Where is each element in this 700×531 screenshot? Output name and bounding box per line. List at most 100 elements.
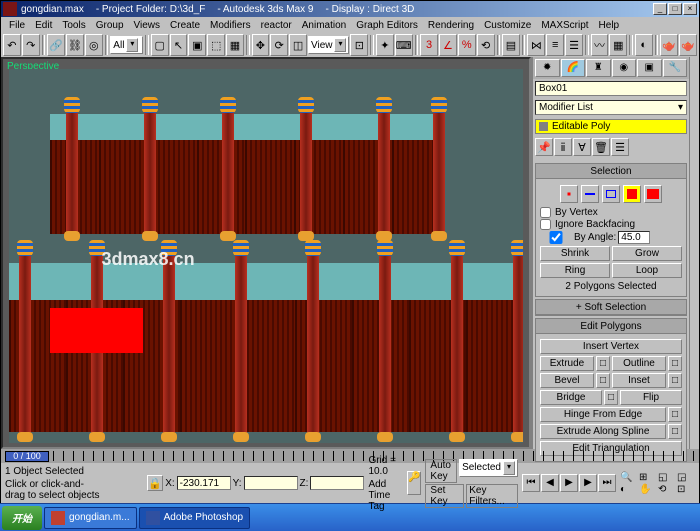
extrude-settings-button[interactable]: □ (596, 356, 610, 371)
maximize-viewport-button[interactable]: ⊡ (677, 484, 695, 495)
inset-button[interactable]: Inset (612, 373, 666, 388)
bind-button[interactable]: ◎ (85, 34, 103, 56)
select-button[interactable]: ▢ (151, 34, 169, 56)
remove-mod-button[interactable]: 🗑 (592, 138, 610, 156)
tab-utilities[interactable]: 🔧 (663, 59, 688, 77)
orbit-button[interactable]: ⟲ (658, 484, 676, 495)
menu-customize[interactable]: Customize (480, 20, 535, 31)
loop-button[interactable]: Loop (612, 263, 682, 278)
goto-end-button[interactable]: ⏭ (598, 474, 616, 492)
scale-button[interactable]: ◫ (289, 34, 307, 56)
viewport-perspective[interactable]: Perspective 3dmax8.cn (1, 57, 531, 449)
taskbar-photoshop[interactable]: Adobe Photoshop (139, 507, 251, 529)
menu-reactor[interactable]: reactor (257, 20, 296, 31)
bevel-settings-button[interactable]: □ (596, 373, 610, 388)
tab-motion[interactable]: ◉ (612, 59, 637, 77)
rollout-soft-selection[interactable]: + Soft Selection (535, 299, 687, 316)
zoom-all-button[interactable]: ⊞ (639, 472, 657, 483)
by-angle-checkbox[interactable]: By Angle: (540, 231, 682, 244)
subobj-element[interactable] (644, 185, 662, 203)
extrude-spline-settings-button[interactable]: □ (668, 424, 682, 439)
time-tag-button[interactable]: Add Time Tag (368, 479, 403, 512)
minimize-button[interactable]: _ (653, 3, 667, 15)
hinge-settings-button[interactable]: □ (668, 407, 682, 422)
subobj-edge[interactable] (581, 185, 599, 203)
menu-animation[interactable]: Animation (298, 20, 350, 31)
menu-file[interactable]: File (5, 20, 29, 31)
frame-indicator[interactable]: 0 / 100 (5, 451, 49, 462)
menu-group[interactable]: Group (92, 20, 128, 31)
extrude-spline-button[interactable]: Extrude Along Spline (540, 424, 666, 439)
mirror-button[interactable]: ⋈ (527, 34, 545, 56)
show-end-button[interactable]: ⅱ (554, 138, 572, 156)
quick-render-button[interactable]: 🫖 (679, 34, 697, 56)
bevel-button[interactable]: Bevel (540, 373, 594, 388)
manip-button[interactable]: ✦ (376, 34, 394, 56)
flip-button[interactable]: Flip (620, 390, 682, 405)
redo-button[interactable]: ↷ (22, 34, 40, 56)
setkey-button[interactable]: Set Key (425, 484, 464, 508)
tab-hierarchy[interactable]: ♜ (586, 59, 611, 77)
subobj-vertex[interactable] (560, 185, 578, 203)
configure-button[interactable]: ☰ (611, 138, 629, 156)
rollout-edit-polygons-header[interactable]: Edit Polygons (536, 319, 686, 334)
extrude-button[interactable]: Extrude (540, 356, 594, 371)
unlink-button[interactable]: ⛓ (66, 34, 84, 56)
menu-rendering[interactable]: Rendering (424, 20, 478, 31)
pan-button[interactable]: ✋ (639, 484, 657, 495)
keyfilters-button[interactable]: Key Filters... (466, 484, 518, 508)
play-button[interactable]: ▶ (560, 474, 578, 492)
tab-display[interactable]: ▣ (637, 59, 662, 77)
menu-tools[interactable]: Tools (58, 20, 89, 31)
y-field[interactable] (244, 476, 298, 490)
object-name-field[interactable]: Box01 (535, 81, 687, 96)
menu-modifiers[interactable]: Modifiers (206, 20, 255, 31)
subobj-border[interactable] (602, 185, 620, 203)
material-editor-button[interactable]: ◐ (635, 34, 653, 56)
subobj-polygon[interactable] (623, 185, 641, 203)
zoom-extents-button[interactable]: ◱ (658, 472, 676, 483)
menu-help[interactable]: Help (595, 20, 624, 31)
spinner-snap-button[interactable]: ⟲ (477, 34, 495, 56)
select-name-button[interactable]: ▣ (188, 34, 206, 56)
align-button[interactable]: ≡ (546, 34, 564, 56)
keymode-button[interactable]: ⌨ (395, 34, 413, 56)
time-slider[interactable]: 0 / 100 (0, 449, 700, 463)
layers-button[interactable]: ☰ (565, 34, 583, 56)
select-arrow-button[interactable]: ↖ (170, 34, 188, 56)
lock-button[interactable]: 🔒 (147, 475, 163, 491)
zoom-button[interactable]: 🔍 (620, 472, 638, 483)
unique-button[interactable]: ∀ (573, 138, 591, 156)
angle-spinner[interactable] (618, 231, 650, 244)
keymode-combo[interactable]: Selected▾ (459, 459, 518, 477)
angle-snap-button[interactable]: ∠ (439, 34, 457, 56)
stack-editable-poly[interactable]: Editable Poly (535, 119, 687, 134)
menu-graph-editors[interactable]: Graph Editors (352, 20, 422, 31)
pct-snap-button[interactable]: % (458, 34, 476, 56)
grow-button[interactable]: Grow (612, 246, 682, 261)
menu-edit[interactable]: Edit (31, 20, 56, 31)
z-field[interactable] (310, 476, 364, 490)
prev-frame-button[interactable]: ◀ (541, 474, 559, 492)
schematic-button[interactable]: ▦ (609, 34, 627, 56)
ring-button[interactable]: Ring (540, 263, 610, 278)
render-scene-button[interactable]: 🫖 (660, 34, 678, 56)
link-button[interactable]: 🔗 (47, 34, 65, 56)
curve-editor-button[interactable]: 〰 (591, 34, 609, 56)
fov-button[interactable]: ◐ (620, 484, 638, 495)
select-rect-button[interactable]: ⬚ (207, 34, 225, 56)
menu-create[interactable]: Create (166, 20, 204, 31)
zoom-extents-all-button[interactable]: ◲ (677, 472, 695, 483)
panel-scrollbar[interactable] (689, 57, 699, 449)
outline-settings-button[interactable]: □ (668, 356, 682, 371)
selection-filter-combo[interactable]: All▾ (110, 36, 143, 54)
maximize-button[interactable]: □ (668, 3, 682, 15)
inset-settings-button[interactable]: □ (668, 373, 682, 388)
taskbar-3dsmax[interactable]: gongdian.m... (44, 507, 137, 529)
autokey-button[interactable]: Auto Key (425, 459, 457, 483)
pin-stack-button[interactable]: 📌 (535, 138, 553, 156)
rollout-selection-header[interactable]: Selection (536, 164, 686, 179)
goto-start-button[interactable]: ⏮ (522, 474, 540, 492)
pivot-button[interactable]: ⊡ (350, 34, 368, 56)
next-frame-button[interactable]: ▶ (579, 474, 597, 492)
